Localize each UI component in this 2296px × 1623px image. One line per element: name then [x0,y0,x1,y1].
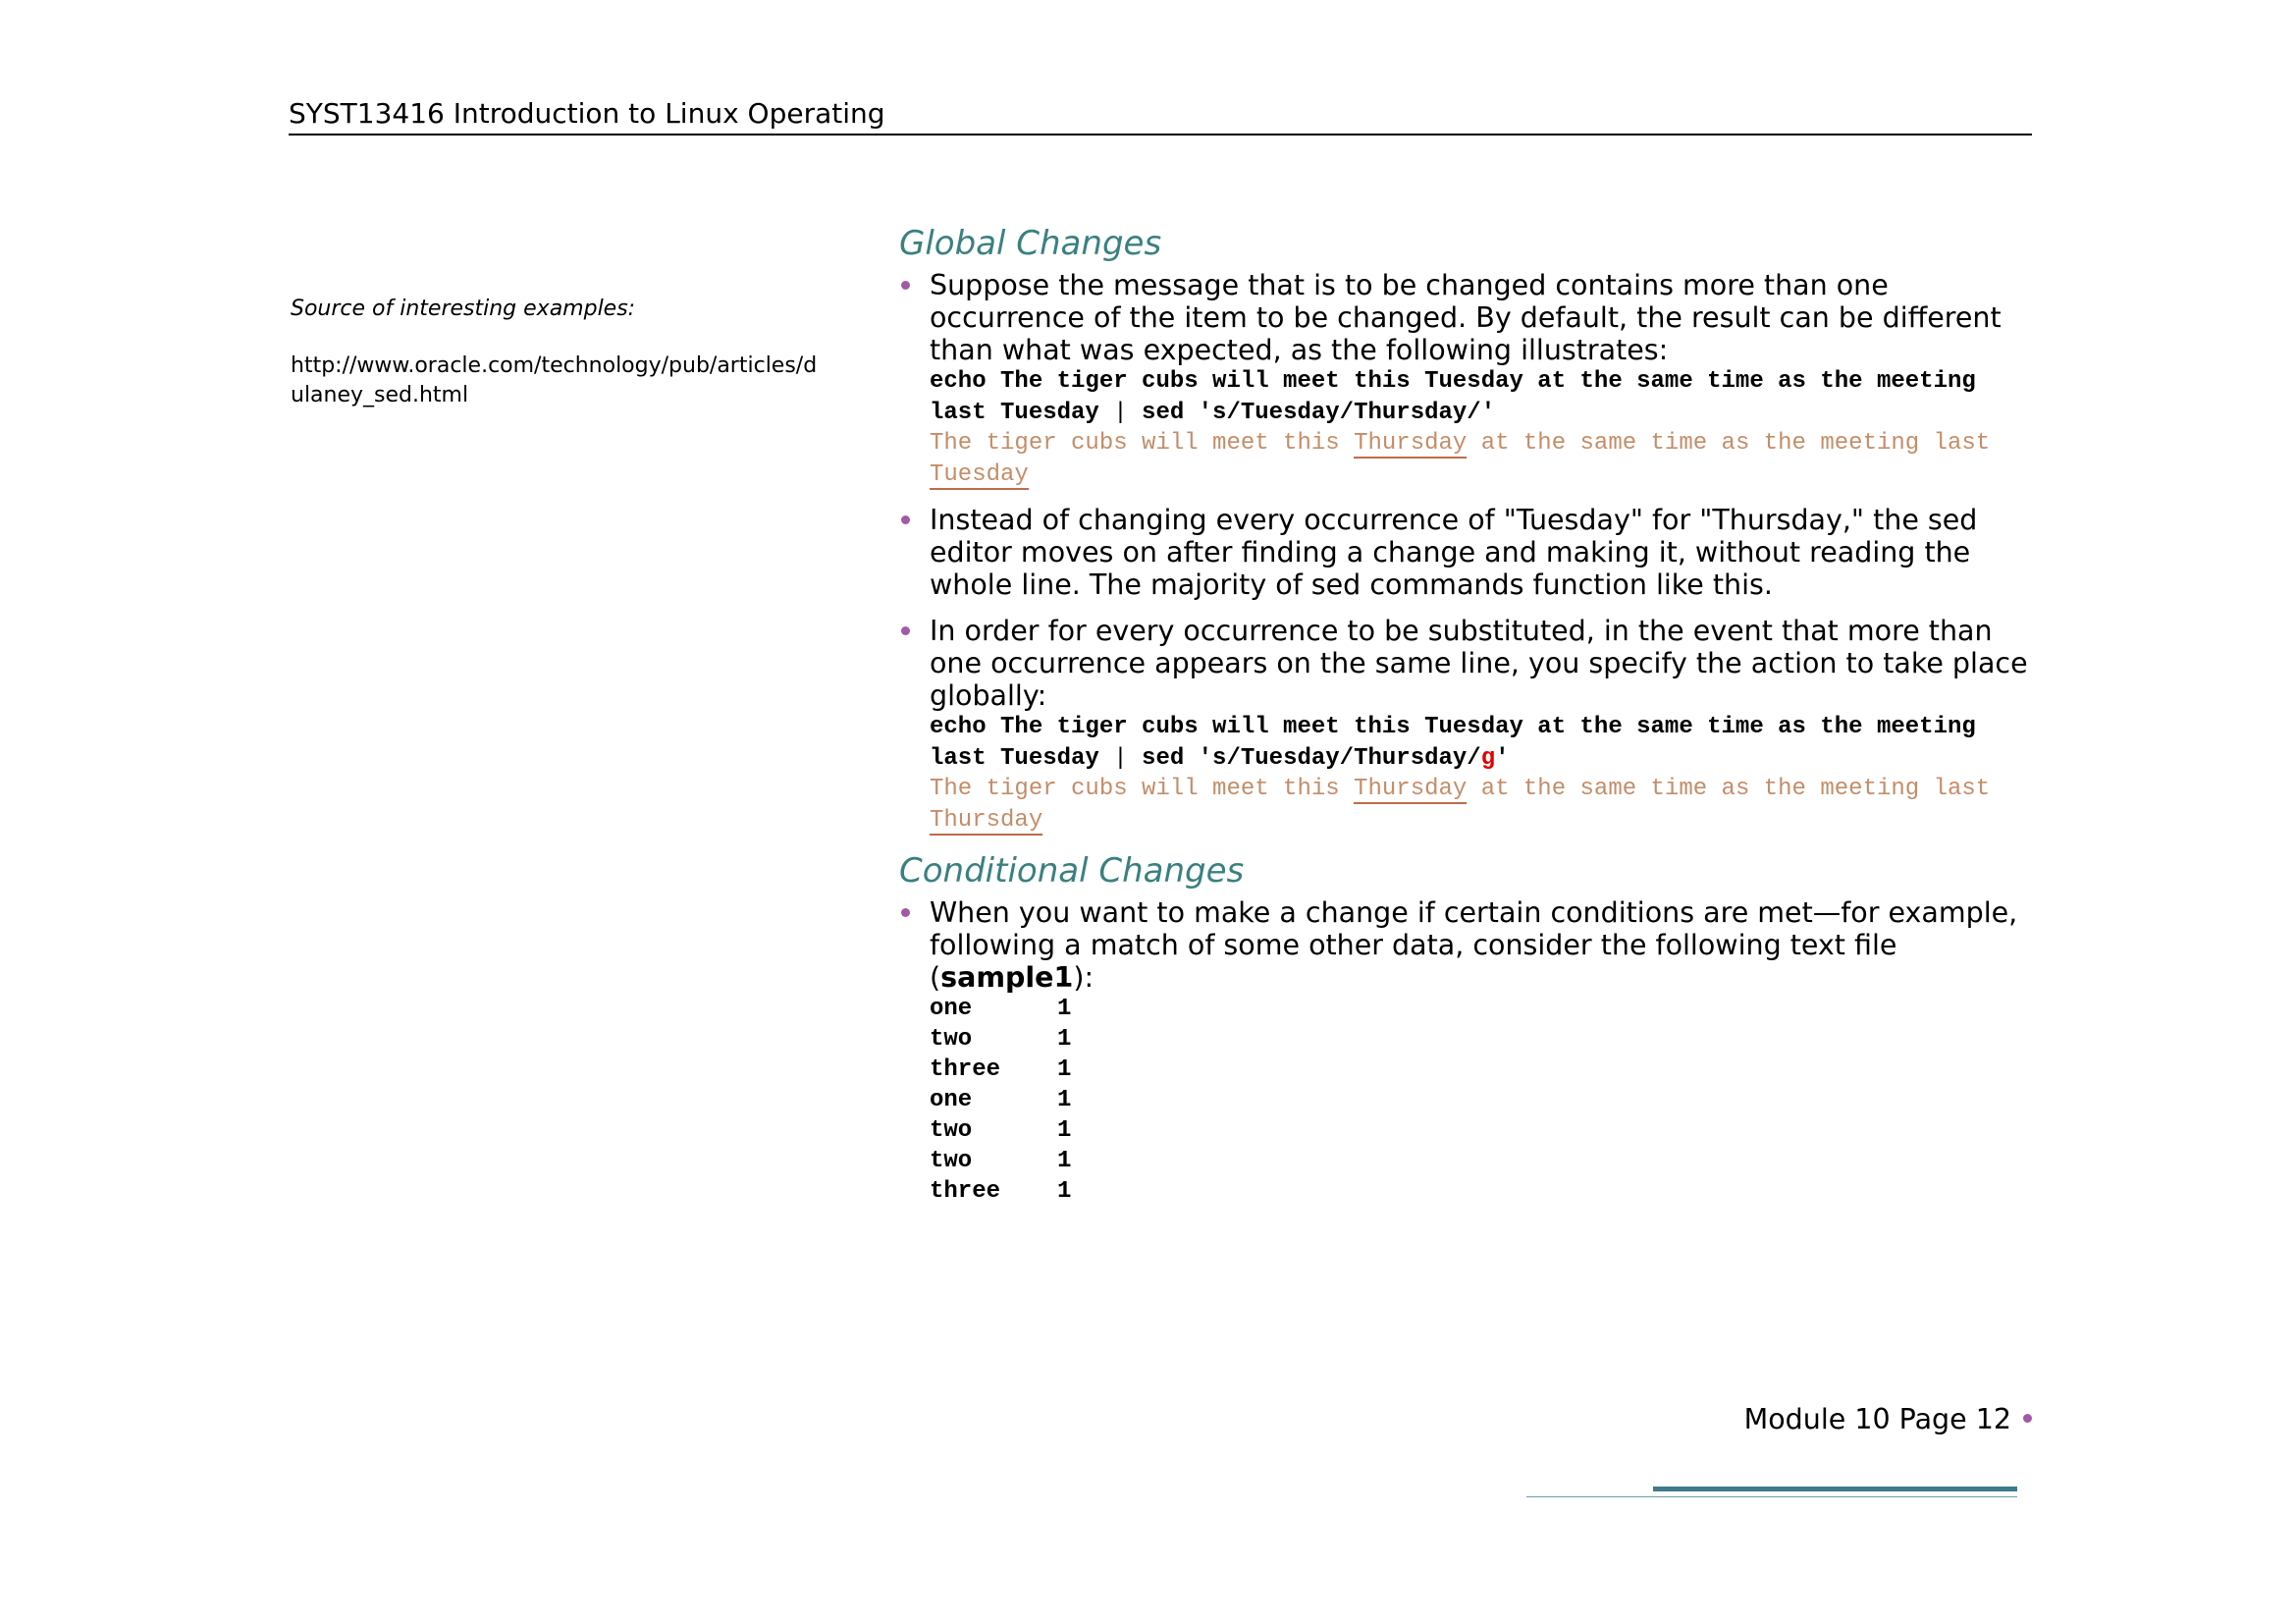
filename: sample1 [940,961,1074,994]
code-command: echo The tiger cubs will meet this Tuesd… [930,712,2028,774]
section-title-conditional-changes: Conditional Changes [899,851,1245,891]
main-content: Global Changes Suppose the message that … [899,222,2028,1220]
output-segment: at the same time as the meeting last [1467,430,2004,457]
list-item: Instead of changing every occurrence of … [899,504,2028,601]
table-row: three 1 [930,1055,2028,1085]
bullet-icon [901,626,910,635]
code-output: The tiger cubs will meet this Thursday a… [930,428,2028,490]
source-note: Source of interesting examples: [291,297,636,321]
output-highlight: Thursday [930,806,1043,836]
cell-word: two [930,1148,973,1174]
bullet-text: Instead of changing every occurrence of … [930,504,1978,601]
pipe-symbol: | [1113,744,1128,772]
output-highlight: Thursday [1354,776,1468,804]
table-row: one 1 [930,1085,2028,1115]
cell-word: two [930,1117,973,1144]
footer-divider-thick [1653,1487,2017,1491]
code-segment: sed 's/Tuesday/Thursday/' [1127,399,1496,426]
global-flag: g [1480,744,1496,772]
table-row: two 1 [930,1115,2028,1146]
list-item: When you want to make a change if certai… [899,896,2028,1207]
page-footer: Module 10 Page 12 [1472,1402,2032,1437]
cell-word: one [930,996,973,1022]
table-row: two 1 [930,1024,2028,1055]
source-url-link[interactable]: http://www.oracle.com/technology/pub/art… [291,352,821,410]
bullet-icon [901,908,910,917]
code-segment: ' [1495,744,1510,772]
list-item: In order for every occurrence to be subs… [899,615,2028,836]
pipe-symbol: | [1113,399,1128,426]
text-segment: ): [1073,961,1095,994]
output-highlight: Thursday [1354,430,1468,459]
page-header: SYST13416 Introduction to Linux Operatin… [289,96,2032,135]
bullet-icon [2023,1413,2032,1423]
section-title-global-changes: Global Changes [899,224,1162,263]
output-segment: The tiger cubs will meet this [930,430,1355,457]
table-row: one 1 [930,994,2028,1024]
cell-number: 1 [1057,1026,1072,1053]
code-output: The tiger cubs will meet this Thursday a… [930,774,2028,836]
code-command: echo The tiger cubs will meet this Tuesd… [930,366,2028,428]
bullet-text: In order for every occurrence to be subs… [930,615,2028,712]
output-segment: The tiger cubs will meet this [930,776,1355,802]
sample-file-content: one 1 two 1 three 1 one 1 two 1 two 1 three 1 [930,994,2028,1207]
cell-word: three [930,1056,1001,1083]
cell-word: two [930,1026,973,1053]
cell-word: one [930,1087,973,1113]
course-title: SYST13416 Introduction to Linux Operatin… [289,97,885,130]
bullet-text: When you want to make a change if certai… [930,896,2028,994]
table-row: two 1 [930,1146,2028,1176]
bullet-icon [901,515,910,524]
bullet-icon [901,281,910,290]
output-segment: at the same time as the meeting last [1467,776,2004,802]
table-row: three 1 [930,1176,2028,1207]
cell-number: 1 [1057,1056,1072,1083]
cell-number: 1 [1057,1117,1072,1144]
cell-number: 1 [1057,1148,1072,1174]
code-segment: sed 's/Tuesday/Thursday/ [1127,744,1481,772]
bullet-text: Suppose the message that is to be change… [930,269,2002,366]
footer-divider-thin [1526,1496,2017,1497]
cell-number: 1 [1057,1087,1072,1113]
cell-word: three [930,1178,1001,1205]
output-highlight: Tuesday [930,460,1029,490]
cell-number: 1 [1057,1178,1072,1205]
sidebar-notes: Source of interesting examples: http://w… [291,295,821,410]
page-number-label: Module 10 Page 12 [1743,1403,2011,1435]
cell-number: 1 [1057,996,1072,1022]
list-item: Suppose the message that is to be change… [899,269,2028,490]
